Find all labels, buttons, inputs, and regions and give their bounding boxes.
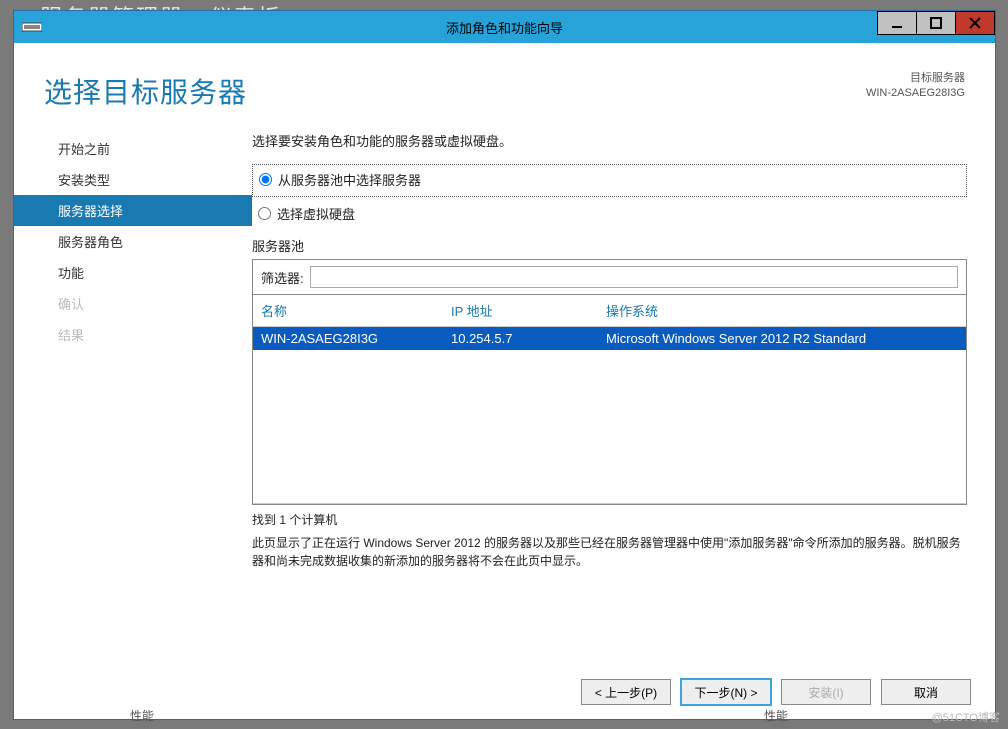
body-area: 开始之前 安装类型 服务器选择 服务器角色 功能 确认 结果 选择要安装角色和功… [14,129,995,570]
sidebar-item-result: 结果 [14,319,252,350]
radio-vhd-input[interactable] [258,207,271,220]
found-count: 找到 1 个计算机 [252,511,967,528]
close-button[interactable] [955,11,995,35]
main-panel: 选择要安装角色和功能的服务器或虚拟硬盘。 从服务器池中选择服务器 选择虚拟硬盘 … [252,129,967,570]
minimize-button[interactable] [877,11,917,35]
cell-ip: 10.254.5.7 [451,331,606,346]
instruction-text: 选择要安装角色和功能的服务器或虚拟硬盘。 [252,131,967,150]
radio-pool[interactable]: 从服务器池中选择服务器 [259,169,960,190]
col-ip[interactable]: IP 地址 [451,301,606,320]
maximize-button[interactable] [916,11,956,35]
table-header: 名称 IP 地址 操作系统 [253,295,966,326]
table-row[interactable]: WIN-2ASAEG28I3G 10.254.5.7 Microsoft Win… [253,327,966,350]
prev-button[interactable]: < 上一步(P) [581,679,671,705]
radio-pool-input[interactable] [259,173,272,186]
sidebar-item-server-select[interactable]: 服务器选择 [14,195,252,226]
header-area: 选择目标服务器 目标服务器 WIN-2ASAEG28I3G [14,43,995,129]
destination-info: 目标服务器 WIN-2ASAEG28I3G [866,71,965,102]
destination-label: 目标服务器 [866,71,965,86]
wizard-window: 添加角色和功能向导 选择目标服务器 目标服务器 WIN-2ASAEG28I3G … [13,10,996,720]
cell-name: WIN-2ASAEG28I3G [261,331,451,346]
sidebar-item-features[interactable]: 功能 [14,257,252,288]
pool-label: 服务器池 [252,236,967,255]
note-text: 此页显示了正在运行 Windows Server 2012 的服务器以及那些已经… [252,534,967,570]
filter-label: 筛选器: [261,268,304,287]
server-pool-box: 筛选器: 名称 IP 地址 操作系统 WIN-2ASAEG28I3G 10.25… [252,259,967,505]
radio-group: 从服务器池中选择服务器 [252,164,967,197]
radio-vhd-label: 选择虚拟硬盘 [277,204,355,223]
content-area: 选择目标服务器 目标服务器 WIN-2ASAEG28I3G 开始之前 安装类型 … [14,43,995,719]
window-buttons [878,11,995,35]
install-button: 安装(I) [781,679,871,705]
page-title: 选择目标服务器 [44,71,247,111]
window-title: 添加角色和功能向导 [14,18,995,37]
filter-input[interactable] [310,266,958,288]
bottom-left: 性能 [130,707,154,729]
bottom-right: 性能 [764,707,788,729]
col-name[interactable]: 名称 [261,301,451,320]
destination-server: WIN-2ASAEG28I3G [866,86,965,101]
col-os[interactable]: 操作系统 [606,301,958,320]
next-button[interactable]: 下一步(N) > [681,679,771,705]
table-body: WIN-2ASAEG28I3G 10.254.5.7 Microsoft Win… [253,326,966,504]
sidebar-item-server-roles[interactable]: 服务器角色 [14,226,252,257]
radio-vhd[interactable]: 选择虚拟硬盘 [252,203,967,224]
footer-buttons: < 上一步(P) 下一步(N) > 安装(I) 取消 [581,679,971,705]
bottom-strip: 性能 性能 [130,707,1008,729]
cell-os: Microsoft Windows Server 2012 R2 Standar… [606,331,958,346]
cancel-button[interactable]: 取消 [881,679,971,705]
title-bar[interactable]: 添加角色和功能向导 [14,11,995,43]
sidebar-item-before[interactable]: 开始之前 [14,133,252,164]
filter-bar: 筛选器: [253,260,966,295]
radio-pool-label: 从服务器池中选择服务器 [278,170,421,189]
sidebar-item-confirm: 确认 [14,288,252,319]
sidebar: 开始之前 安装类型 服务器选择 服务器角色 功能 确认 结果 [14,129,252,570]
sidebar-item-install-type[interactable]: 安装类型 [14,164,252,195]
